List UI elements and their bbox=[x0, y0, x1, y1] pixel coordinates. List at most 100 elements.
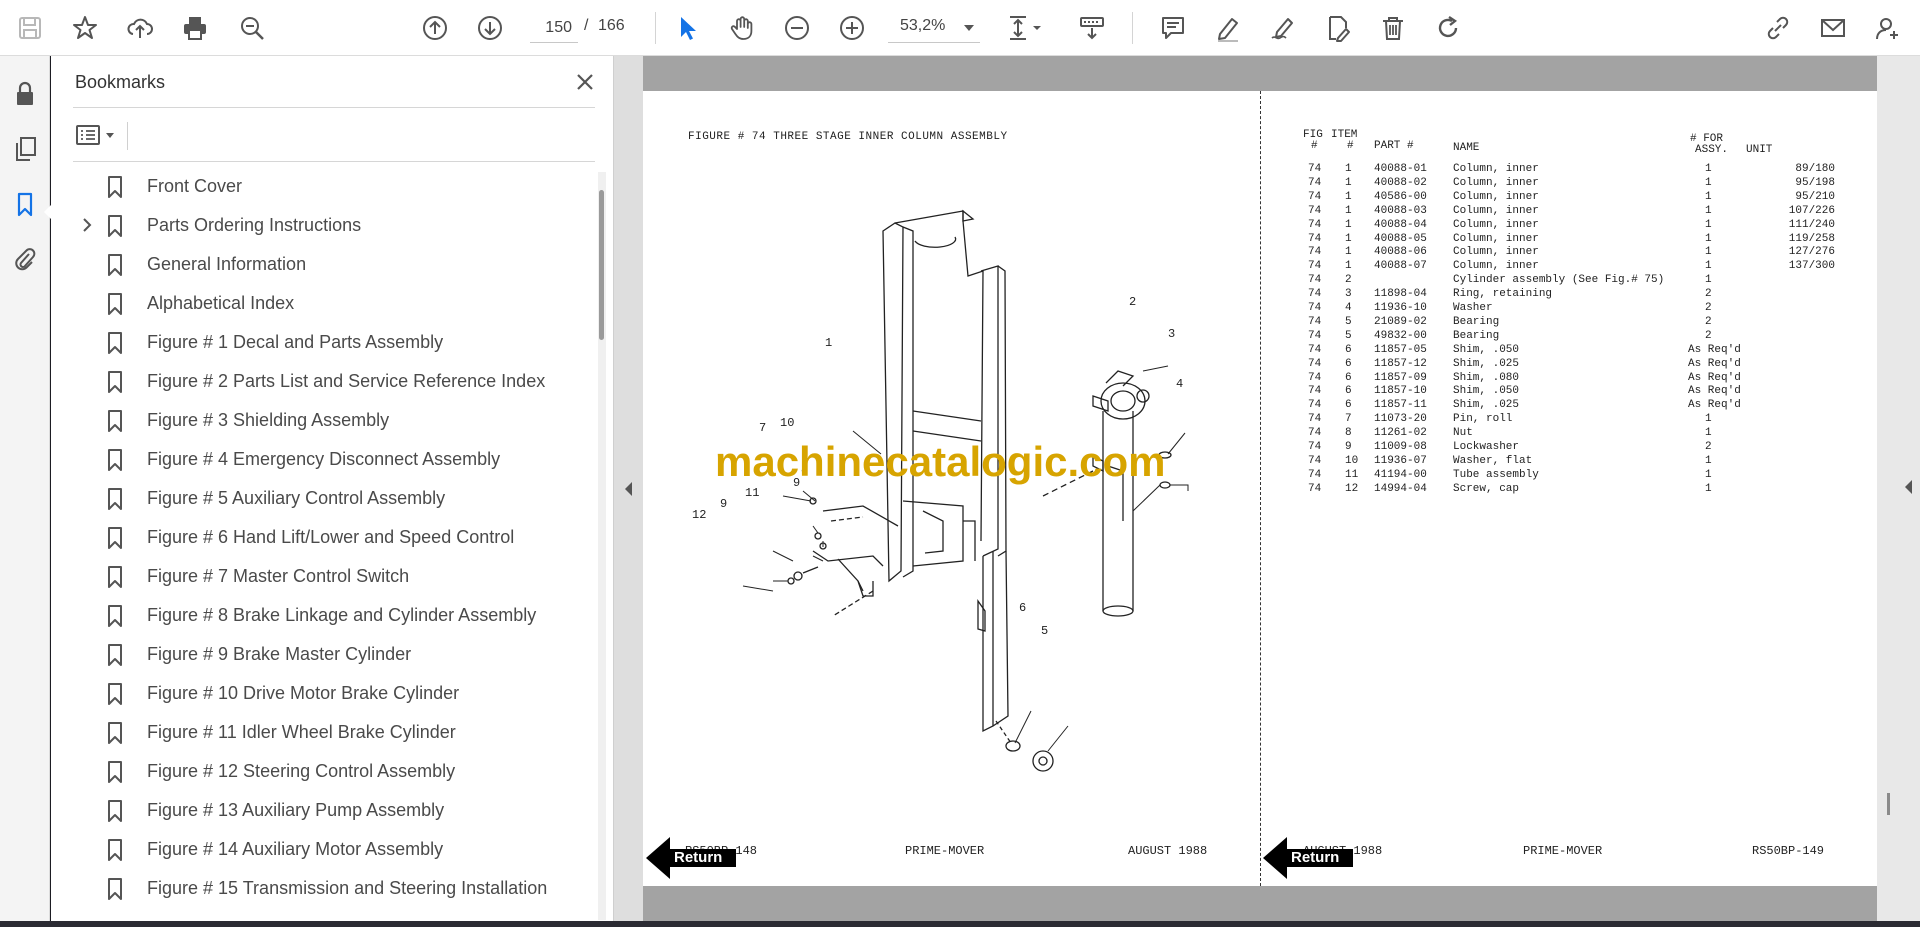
return-button-label: Return bbox=[674, 849, 723, 866]
table-cell-qty: As Req'd bbox=[1688, 343, 1741, 356]
table-row: 74 9 11009-08 Lockwasher 2 bbox=[1303, 441, 1903, 455]
table-cell-item: 11 bbox=[1345, 468, 1359, 481]
table-cell-qty: As Req'd bbox=[1688, 357, 1741, 370]
bookmark-item[interactable]: Figure # 14 Auxiliary Motor Assembly bbox=[73, 830, 573, 869]
zoom-level-dropdown[interactable]: 53,2% bbox=[888, 13, 980, 43]
watermark-text: machinecatalogic.com bbox=[715, 438, 1166, 485]
table-cell-unit: 111/240 bbox=[1788, 218, 1835, 231]
bookmark-item[interactable]: Parts Ordering Instructions bbox=[73, 206, 573, 245]
redo-rotate-icon[interactable] bbox=[1428, 8, 1468, 48]
table-cell-part: 11936-10 bbox=[1374, 302, 1427, 314]
page-number-input[interactable] bbox=[530, 13, 578, 43]
previous-page-icon[interactable] bbox=[415, 8, 455, 48]
pdf-viewer-app: / 166 53,2% bbox=[0, 0, 1920, 927]
print-icon[interactable] bbox=[175, 8, 215, 48]
footer-page-code-right: RS50BP-149 bbox=[1752, 844, 1825, 858]
bookmark-item[interactable]: General Information bbox=[73, 245, 573, 284]
table-cell-fig: 74 bbox=[1308, 288, 1322, 301]
table-cell-name: Bearing bbox=[1453, 315, 1500, 328]
star-icon[interactable] bbox=[65, 8, 105, 48]
bookmark-item[interactable]: Figure # 5 Auxiliary Control Assembly bbox=[73, 479, 573, 518]
table-cell-item: 1 bbox=[1345, 260, 1352, 273]
bookmark-item[interactable]: Figure # 8 Brake Linkage and Cylinder As… bbox=[73, 596, 573, 635]
zoom-search-icon[interactable] bbox=[232, 8, 272, 48]
scroll-mode-icon[interactable] bbox=[1072, 8, 1112, 48]
bookmark-item[interactable]: Figure # 3 Shielding Assembly bbox=[73, 401, 573, 440]
table-cell-fig: 74 bbox=[1308, 246, 1322, 259]
bookmark-item[interactable]: Figure # 4 Emergency Disconnect Assembly bbox=[73, 440, 573, 479]
callout-label: 5 bbox=[1041, 624, 1049, 638]
table-cell-unit: 137/300 bbox=[1788, 260, 1835, 273]
table-cell-part: 40586-00 bbox=[1374, 190, 1427, 203]
pages-thumbnails-icon[interactable] bbox=[7, 131, 43, 167]
table-cell-part: 40088-03 bbox=[1374, 204, 1427, 217]
chevron-right-icon[interactable] bbox=[77, 215, 97, 235]
return-button[interactable]: Return bbox=[1263, 837, 1363, 879]
table-cell-item: 6 bbox=[1345, 343, 1352, 356]
bookmark-item[interactable]: Figure # 13 Auxiliary Pump Assembly bbox=[73, 791, 573, 830]
return-button[interactable]: Return bbox=[646, 837, 746, 879]
callout-label: 10 bbox=[780, 416, 795, 430]
bookmark-item[interactable]: Figure # 10 Drive Motor Brake Cylinder bbox=[73, 674, 573, 713]
bookmark-item[interactable]: Figure # 1 Decal and Parts Assembly bbox=[73, 323, 573, 362]
upload-cloud-icon[interactable] bbox=[120, 8, 160, 48]
bookmark-panel-icon[interactable] bbox=[7, 186, 43, 222]
table-cell-name: Shim, .080 bbox=[1453, 371, 1520, 384]
draw-signature-icon[interactable] bbox=[1263, 8, 1303, 48]
table-cell-qty: 1 bbox=[1705, 482, 1712, 495]
bookmark-options-menu[interactable] bbox=[75, 120, 125, 150]
table-cell-unit: 89/180 bbox=[1795, 163, 1835, 175]
table-cell-fig: 74 bbox=[1308, 454, 1322, 467]
bookmark-item[interactable]: Alphabetical Index bbox=[73, 284, 573, 323]
page-layout-icon[interactable] bbox=[1000, 8, 1052, 48]
table-cell-fig: 74 bbox=[1308, 482, 1322, 495]
bookmark-item[interactable]: Figure # 12 Steering Control Assembly bbox=[73, 752, 573, 791]
bookmark-item[interactable]: Figure # 7 Master Control Switch bbox=[73, 557, 573, 596]
bookmark-item[interactable]: Figure # 9 Brake Master Cylinder bbox=[73, 635, 573, 674]
close-icon[interactable] bbox=[571, 68, 599, 96]
table-cell-item: 9 bbox=[1345, 441, 1352, 453]
hand-tool-icon[interactable] bbox=[722, 8, 762, 48]
comment-icon[interactable] bbox=[1153, 8, 1193, 48]
bookmark-item[interactable]: Figure # 15 Transmission and Steering In… bbox=[73, 869, 573, 908]
table-cell-part: 11936-07 bbox=[1374, 454, 1427, 467]
edit-document-icon[interactable] bbox=[1318, 8, 1358, 48]
bookmark-icon bbox=[104, 409, 126, 433]
lock-icon[interactable] bbox=[7, 76, 43, 112]
table-cell-item: 6 bbox=[1345, 385, 1352, 398]
share-link-icon[interactable] bbox=[1758, 8, 1798, 48]
pdf-page: 1 2 3 4 5 6 7 8 9 9 10 11 12 FIGURE # 74… bbox=[643, 91, 1877, 886]
table-cell-qty: 1 bbox=[1705, 176, 1712, 189]
bookmark-item[interactable]: Figure # 2 Parts List and Service Refere… bbox=[73, 362, 573, 401]
bookmark-item[interactable]: Figure # 6 Hand Lift/Lower and Speed Con… bbox=[73, 518, 573, 557]
add-user-icon[interactable] bbox=[1868, 8, 1908, 48]
collapse-left-panel-icon[interactable] bbox=[625, 482, 632, 496]
email-icon[interactable] bbox=[1813, 8, 1853, 48]
table-cell-qty: 1 bbox=[1705, 427, 1712, 440]
zoom-in-icon[interactable] bbox=[832, 8, 872, 48]
highlight-pen-icon[interactable] bbox=[1208, 8, 1248, 48]
table-cell-qty: As Req'd bbox=[1688, 371, 1741, 384]
table-cell-qty: 1 bbox=[1705, 190, 1712, 203]
table-cell-part: 11261-02 bbox=[1374, 427, 1427, 440]
table-cell-unit: 107/226 bbox=[1788, 204, 1835, 217]
table-row: 74 1 40088-05 Column, inner 1 119/258 bbox=[1303, 233, 1903, 247]
table-cell-item: 10 bbox=[1345, 454, 1359, 467]
table-row: 74 12 14994-04 Screw, cap 1 bbox=[1303, 483, 1903, 497]
bookmark-item[interactable]: Figure # 11 Idler Wheel Brake Cylinder bbox=[73, 713, 573, 752]
parts-rows: 74 1 40088-01 Column, inner 1 89/180 74 1 40088-… bbox=[1303, 163, 1863, 495]
delete-trash-icon[interactable] bbox=[1373, 8, 1413, 48]
zoom-out-icon[interactable] bbox=[777, 8, 817, 48]
table-cell-name: Washer bbox=[1453, 302, 1493, 314]
document-scrollbar-thumb[interactable] bbox=[1887, 793, 1890, 815]
save-icon[interactable] bbox=[10, 8, 50, 48]
select-cursor-icon[interactable] bbox=[667, 8, 707, 48]
next-page-icon[interactable] bbox=[470, 8, 510, 48]
expand-right-panel-icon[interactable] bbox=[1905, 480, 1912, 494]
bookmarks-scrollbar-thumb[interactable] bbox=[599, 190, 604, 340]
bookmark-item[interactable]: Front Cover bbox=[73, 167, 573, 206]
attachment-paperclip-icon[interactable] bbox=[7, 241, 43, 277]
table-cell-fig: 74 bbox=[1308, 204, 1322, 217]
table-row: 74 6 11857-10 Shim, .050 As Req'd bbox=[1303, 385, 1903, 399]
bookmark-label: Figure # 12 Steering Control Assembly bbox=[147, 761, 456, 781]
